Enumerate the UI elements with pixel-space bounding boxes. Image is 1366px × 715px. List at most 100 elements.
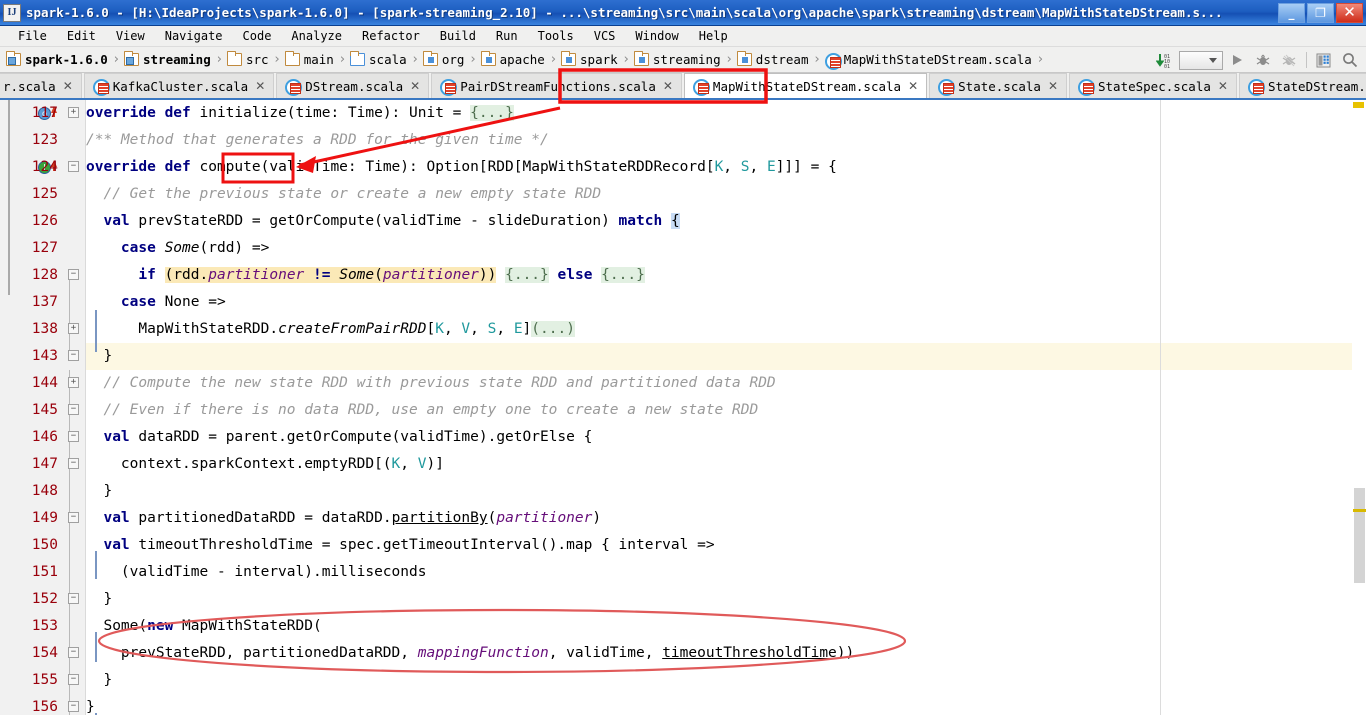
code-line-143[interactable]: } [86,343,112,370]
code-line-150[interactable]: val timeoutThresholdTime = spec.getTimeo… [86,532,714,559]
fold-expand-marker[interactable]: + [68,323,79,334]
sort-by-icon[interactable]: 01 10 01 [1153,49,1177,71]
fold-end-marker[interactable]: − [68,701,79,712]
fold-collapse-marker[interactable]: − [68,269,79,280]
menu-item-window[interactable]: Window [625,28,688,44]
menu-item-view[interactable]: View [106,28,155,44]
fold-collapse-marker[interactable]: − [68,458,79,469]
module-folder-icon [6,51,21,66]
fold-end-marker[interactable]: − [68,647,79,658]
run-configuration-combo[interactable] [1179,50,1223,70]
search-icon[interactable] [1338,49,1362,71]
close-button[interactable]: ✕ [1336,2,1363,23]
code-line-117[interactable]: override def initialize(time: Time): Uni… [86,100,514,127]
fold-expand-marker[interactable]: + [68,107,79,118]
vertical-scrollbar-thumb[interactable] [1354,488,1365,583]
code-line-152[interactable]: } [86,586,112,613]
breadcrumb-item-org[interactable]: org [422,51,464,67]
breadcrumb-separator: › [339,52,346,67]
breadcrumb-item-streaming-pkg[interactable]: streaming [633,51,721,67]
fold-collapse-marker[interactable]: − [68,161,79,172]
code-line-147[interactable]: context.sparkContext.emptyRDD[(K, V)] [86,451,444,478]
layout-icon[interactable] [1312,49,1336,71]
warning-marker[interactable] [1353,102,1364,108]
run-icon[interactable] [1225,49,1249,71]
editor-tab-state[interactable]: State.scala ✕ [929,73,1067,98]
code-line-156[interactable]: } [86,694,95,715]
editor-tab-r-scala[interactable]: r.scala ✕ [0,73,82,98]
breadcrumb-item-project[interactable]: spark-1.6.0 [6,51,108,67]
code-line-155[interactable]: } [86,667,112,694]
close-icon[interactable]: ✕ [1218,79,1228,93]
editor-tab-pairdstreamfunctions[interactable]: PairDStreamFunctions.scala ✕ [431,73,682,98]
code-editor[interactable]: o I + − − + + − − − − − − − − − − − 117 … [0,100,1366,715]
close-icon[interactable]: ✕ [908,79,918,93]
line-number-current: 143 [31,348,58,364]
code-line-144[interactable]: // Compute the new state RDD with previo… [86,370,775,397]
menu-item-vcs[interactable]: VCS [584,28,626,44]
tab-label: PairDStreamFunctions.scala [460,78,656,94]
menu-item-help[interactable]: Help [689,28,738,44]
breadcrumb-separator: › [274,52,280,67]
editor-tab-statespec[interactable]: StateSpec.scala ✕ [1069,73,1237,98]
menu-item-refactor[interactable]: Refactor [352,28,430,44]
code-line-123[interactable]: /** Method that generates a RDD for the … [86,127,549,154]
minimize-button[interactable]: _ [1278,2,1305,23]
code-line-125[interactable]: // Get the previous state or create a ne… [86,181,601,208]
breadcrumb-item-file[interactable]: MapWithStateDStream.scala [824,52,1032,70]
menu-item-navigate[interactable]: Navigate [155,28,233,44]
menu-item-file[interactable]: File [8,28,57,44]
package-icon [480,51,496,66]
code-line-127[interactable]: case Some(rdd) => [86,235,269,262]
code-line-154[interactable]: prevStateRDD, partitionedDataRDD, mappin… [86,640,854,667]
fold-end-marker[interactable]: − [68,512,79,523]
menu-item-run[interactable]: Run [486,28,528,44]
editor-tab-kafkacluster[interactable]: KafkaCluster.scala ✕ [83,73,275,98]
menu-item-analyze[interactable]: Analyze [281,28,352,44]
menu-item-edit[interactable]: Edit [57,28,106,44]
close-icon[interactable]: ✕ [255,79,265,93]
code-line-145[interactable]: // Even if there is no data RDD, use an … [86,397,758,424]
fold-end-marker[interactable]: − [68,431,79,442]
code-line-128[interactable]: if (rdd.partitioner != Some(partitioner)… [86,262,645,289]
close-icon[interactable]: ✕ [663,79,673,93]
code-line-151[interactable]: (validTime - interval).milliseconds [86,559,427,586]
folder-icon [226,51,242,66]
coverage-icon[interactable] [1277,49,1301,71]
breadcrumb-item-scala[interactable]: scala [350,51,407,67]
code-line-137[interactable]: case None => [86,289,226,316]
fold-expand-marker[interactable]: + [68,377,79,388]
editor-marker-bar[interactable] [1352,100,1366,715]
fold-end-marker[interactable]: − [68,350,79,361]
code-line-148[interactable]: } [86,478,112,505]
tab-label: MapWithStateDStream.scala [712,78,902,94]
main-toolbar-right: 01 10 01 [1153,47,1362,73]
fold-collapse-marker[interactable]: − [68,404,79,415]
fold-collapse-marker[interactable]: − [68,674,79,685]
breadcrumb-item-apache[interactable]: apache [480,51,545,67]
breadcrumb-item-src[interactable]: src [226,51,269,67]
menu-item-code[interactable]: Code [233,28,282,44]
code-line-124[interactable]: override def compute(validTime: Time): O… [86,154,837,181]
maximize-button[interactable]: ❐ [1307,2,1334,23]
breadcrumb-separator: › [470,52,476,67]
close-icon[interactable]: ✕ [63,79,73,93]
fold-collapse-marker[interactable]: − [68,593,79,604]
code-line-138[interactable]: MapWithStateRDD.createFromPairRDD[K, V, … [86,316,575,343]
breadcrumb-item-streaming-module[interactable]: streaming [124,51,211,67]
code-line-146[interactable]: val dataRDD = parent.getOrCompute(validT… [86,424,592,451]
menu-item-tools[interactable]: Tools [528,28,584,44]
close-icon[interactable]: ✕ [1048,79,1058,93]
editor-tab-mapwithstatedstream[interactable]: MapWithStateDStream.scala ✕ [683,73,928,98]
close-icon[interactable]: ✕ [410,79,420,93]
breadcrumb-item-spark[interactable]: spark [561,51,618,67]
breadcrumb-item-dstream[interactable]: dstream [736,51,808,67]
code-line-153[interactable]: Some(new MapWithStateRDD( [86,613,321,640]
menu-item-build[interactable]: Build [430,28,486,44]
debug-icon[interactable] [1251,49,1275,71]
editor-tab-statedstream[interactable]: StateDStream.scala ✕ [1238,73,1366,98]
code-line-126[interactable]: val prevStateRDD = getOrCompute(validTim… [86,208,680,235]
code-line-149[interactable]: val partitionedDataRDD = dataRDD.partiti… [86,505,601,532]
breadcrumb-item-main[interactable]: main [284,51,334,67]
editor-tab-dstream[interactable]: DStream.scala ✕ [276,73,430,98]
